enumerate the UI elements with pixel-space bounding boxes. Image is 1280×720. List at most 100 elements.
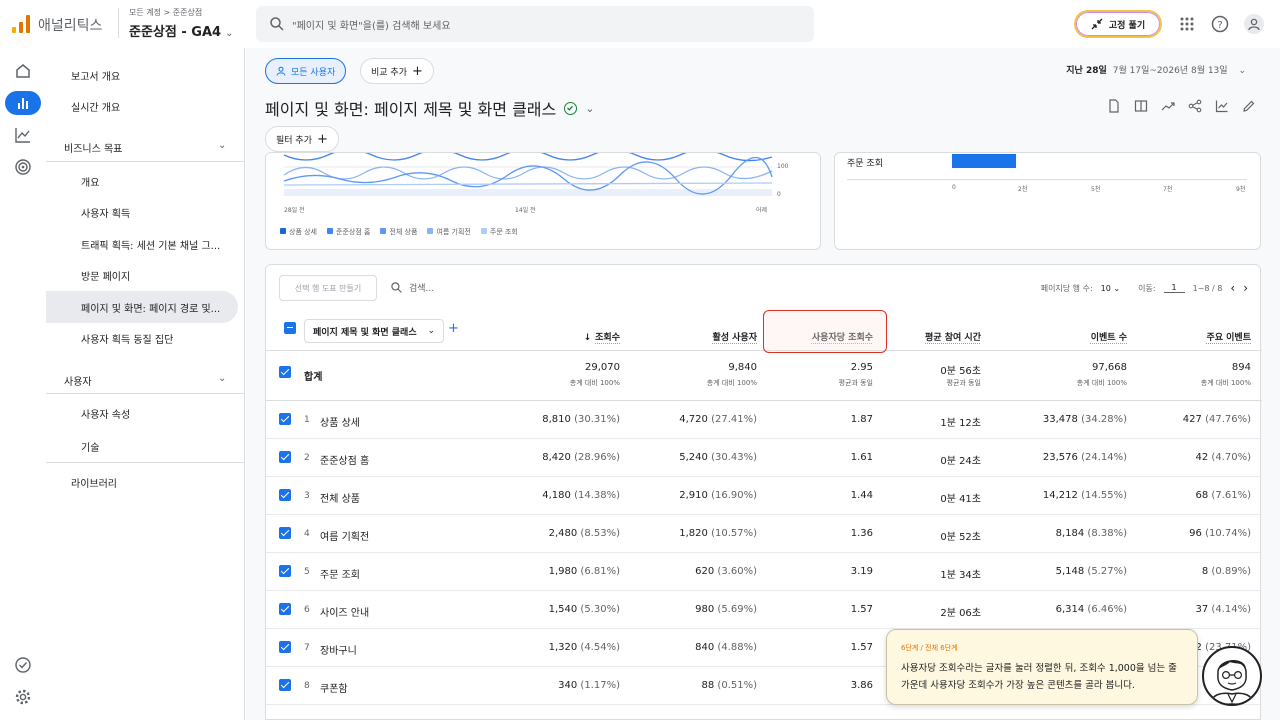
table-row[interactable]: 3 전체 상품 4,180 (14.38%) 2,910 (16.90%) 1.44 0분… [266,477,1262,515]
chip-label: 필터 추가 [276,135,312,146]
row-checkbox[interactable] [279,565,291,577]
compare-panels-icon[interactable] [1134,99,1148,113]
total-value: 97,668 [1092,362,1127,373]
insights-trend-icon[interactable] [1161,99,1175,113]
bar-chart-card: 주문 조회 0 2천 5천 7천 9천 [834,152,1261,250]
col-avg-engagement-header[interactable]: 평균 참여 시간 [925,330,981,343]
nav-section-users[interactable]: 사용자 ⌄ [64,373,226,388]
edit-pencil-icon[interactable] [1242,99,1256,113]
chevron-down-icon[interactable]: ⌄ [585,102,594,115]
account-breadcrumb[interactable]: 모든 계정 > 준준상점 [129,7,202,18]
next-page-icon[interactable]: › [1243,281,1248,295]
nav-item-traffic-acquisition[interactable]: 트래픽 획득: 세션 기본 채널 그... [81,237,220,252]
brand-name: 애널리틱스 [38,18,103,34]
row-number: 2 [304,453,310,463]
nav-item-user-attributes[interactable]: 사용자 속성 [81,406,130,421]
date-range-picker[interactable]: 지난 28일 7월 17일~2026년 8월 13일 ⌄ [1066,63,1246,76]
all-users-chip[interactable]: 모든 사용자 [265,58,347,84]
col-events-header[interactable]: 이벤트 수 [1091,330,1127,343]
row-cell: 6,314 (6.46%) [1055,604,1127,615]
x-tick-label: 0 [952,184,956,191]
file-icon[interactable] [1107,99,1121,113]
tooltip-message: 사용자당 조회수라는 글자를 눌러 정렬한 뒤, 조회수 1,000을 넘는 줄… [901,663,1177,691]
row-cell: 427 (47.76%) [1182,414,1251,425]
rows-per-page-select[interactable]: 10 ⌄ [1101,284,1120,293]
unpin-button[interactable]: 고정 풀기 [1074,10,1162,38]
table-row[interactable]: 5 주문 조회 1,980 (6.81%) 620 (3.60%) 3.19 1분 34초… [266,553,1262,591]
row-checkbox[interactable] [279,489,291,501]
select-all-checkbox[interactable] [284,322,296,334]
row-checkbox[interactable] [279,413,291,425]
explore-chart-icon[interactable] [1215,99,1229,113]
insights-check-icon[interactable] [11,653,35,677]
totals-label: 합계 [304,372,323,383]
total-sub: 총계 대비 100% [1200,379,1251,387]
goto-page-input[interactable]: 1 [1163,283,1185,293]
nav-realtime[interactable]: 실시간 개요 [71,99,120,114]
nav-report-overview[interactable]: 보고서 개요 [71,68,120,83]
sort-down-arrow-icon: ↓ [583,333,592,343]
table-row[interactable]: 4 여름 기획전 2,480 (8.53%) 1,820 (10.57%) 1.36 0분… [266,515,1262,553]
row-checkbox[interactable] [279,679,291,691]
chart-legend: 상품 상세 준준상점 홈 전체 상품 여름 기획전 주문 조회 [280,227,518,237]
search-bar[interactable]: "페이지 및 화면"을(를) 검색해 보세요 [256,6,814,42]
help-icon[interactable]: ? [1210,14,1230,34]
share-icon[interactable] [1188,99,1202,113]
nav-library[interactable]: 라이브러리 [71,475,117,490]
bar[interactable] [952,154,1016,168]
legend-item[interactable]: 여름 기획전 [427,227,471,237]
row-number: 5 [304,567,310,577]
home-icon[interactable] [11,59,35,83]
table-row[interactable]: 2 준준상점 홈 8,420 (28.96%) 5,240 (30.43%) 1.61 0… [266,439,1262,477]
x-tick-label: 2천 [1018,186,1028,193]
property-selector[interactable]: 준준상점 - GA4 ⌄ [129,21,233,40]
plus-icon: + [411,63,423,79]
add-dimension-plus-icon[interactable]: + [448,321,459,336]
nav-section-business-goals[interactable]: 비즈니스 목표 ⌄ [64,140,226,155]
row-cell: 88 (0.51%) [701,680,758,691]
nav-item-overview[interactable]: 개요 [81,174,99,189]
apps-grid-icon[interactable] [1177,14,1197,34]
account-avatar-icon[interactable] [1244,14,1264,34]
row-cell: 37 (4.14%) [1195,604,1252,615]
row-cell: 2분 06초 [940,608,981,619]
reports-icon[interactable] [5,91,41,115]
col-active-users-header[interactable]: 활성 사용자 [712,330,757,343]
col-views-header[interactable]: ↓ 조회수 [584,330,620,343]
x-tick-label: 어제 [756,207,768,214]
row-checkbox[interactable] [279,641,291,653]
total-value: 0분 56초 [940,366,981,377]
nav-item-tech[interactable]: 기술 [81,439,99,454]
add-comparison-button[interactable]: 비교 추가 + [360,58,434,84]
row-cell: 840 (4.88%) [695,642,757,653]
settings-gear-icon[interactable] [11,685,35,709]
nav-item-user-acquisition[interactable]: 사용자 획득 [81,205,130,220]
row-checkbox[interactable] [279,451,291,463]
previous-page-icon[interactable]: ‹ [1230,281,1235,295]
explore-icon[interactable] [11,123,35,147]
advertising-icon[interactable] [11,155,35,179]
table-search[interactable]: 검색... [390,281,434,294]
table-row[interactable]: 1 상품 상세 8,810 (30.31%) 4,720 (27.41%) 1.87 1분… [266,401,1262,439]
row-checkbox[interactable] [279,527,291,539]
row-cell: 0분 41초 [940,494,981,505]
verified-check-icon[interactable] [564,101,578,115]
search-icon [270,17,284,31]
analytics-logo-icon[interactable] [12,15,30,33]
row-number: 6 [304,605,310,615]
nav-item-cohort[interactable]: 사용자 획득 동질 집단 [81,331,173,346]
legend-item[interactable]: 주문 조회 [480,227,518,237]
nav-item-landing-page[interactable]: 방문 페이지 [81,268,130,283]
plot-rows-button[interactable]: 선택 행 도표 만들기 [279,275,377,301]
add-filter-button[interactable]: 필터 추가 + [265,126,339,152]
col-key-events-header[interactable]: 주요 이벤트 [1206,330,1251,343]
table-row[interactable]: 6 사이즈 안내 1,540 (5.30%) 980 (5.69%) 1.57 2분 06… [266,591,1262,629]
dimension-selector[interactable]: 페이지 제목 및 화면 클래스 ⌄ [304,319,444,343]
legend-item[interactable]: 전체 상품 [380,227,417,237]
nav-item-pages-screens[interactable]: 페이지 및 화면: 페이지 경로 및... [81,300,220,315]
row-checkbox[interactable] [279,603,291,615]
row-cell: 1.44 [850,490,873,501]
legend-item[interactable]: 상품 상세 [280,227,317,237]
totals-checkbox[interactable] [279,366,291,378]
legend-item[interactable]: 준준상점 홈 [327,227,370,237]
